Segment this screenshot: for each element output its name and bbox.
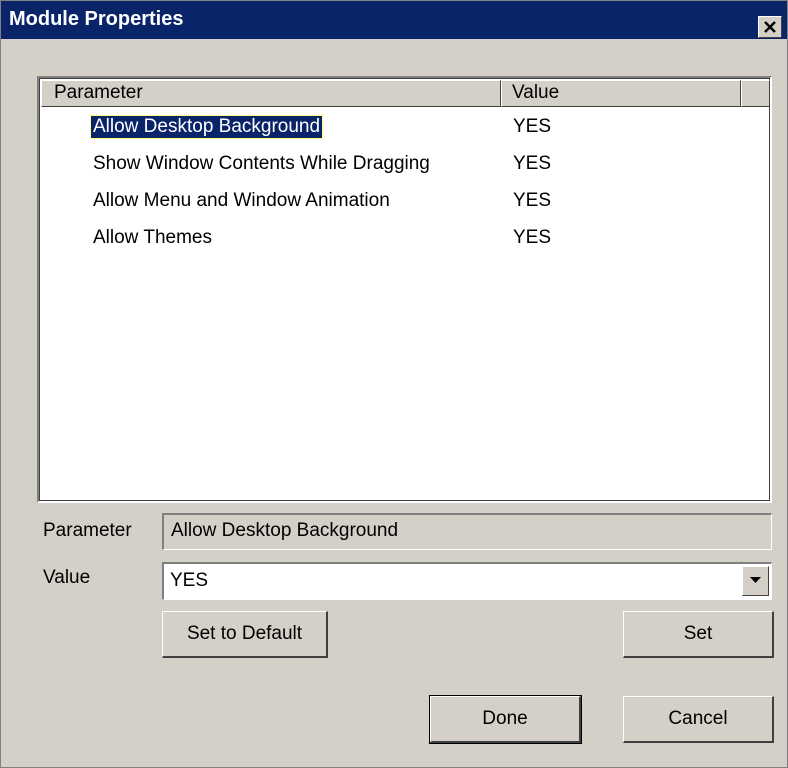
chevron-down-icon xyxy=(750,577,761,583)
row-parameter: Allow Menu and Window Animation xyxy=(93,190,390,211)
close-button[interactable] xyxy=(758,16,782,38)
list-header: Parameter Value xyxy=(41,80,770,107)
cancel-button[interactable]: Cancel xyxy=(623,696,774,743)
list-item[interactable]: Show Window Contents While Dragging YES xyxy=(41,145,770,182)
list-rows: Allow Desktop Background YES Show Window… xyxy=(41,108,770,256)
module-properties-dialog: Module Properties Parameter Value Allow … xyxy=(0,0,788,768)
title-bar[interactable]: Module Properties xyxy=(1,1,787,39)
value-label: Value xyxy=(43,567,91,588)
column-header-parameter[interactable]: Parameter xyxy=(41,80,501,107)
column-header-filler xyxy=(741,80,770,107)
row-parameter: Allow Desktop Background xyxy=(89,115,324,139)
value-select-dropdown-button[interactable] xyxy=(742,566,769,596)
row-value: YES xyxy=(513,116,552,137)
set-button[interactable]: Set xyxy=(623,611,774,658)
done-button[interactable]: Done xyxy=(429,695,582,744)
value-select[interactable]: YES xyxy=(162,562,772,600)
row-parameter: Show Window Contents While Dragging xyxy=(93,153,430,174)
set-to-default-button[interactable]: Set to Default xyxy=(162,611,328,658)
list-item[interactable]: Allow Themes YES xyxy=(41,219,770,256)
value-select-current: YES xyxy=(170,570,209,591)
row-value: YES xyxy=(513,190,552,211)
parameter-list[interactable]: Parameter Value Allow Desktop Background… xyxy=(37,76,772,503)
window-title: Module Properties xyxy=(9,8,184,30)
list-item[interactable]: Allow Desktop Background YES xyxy=(41,108,770,145)
parameter-field: Allow Desktop Background xyxy=(162,513,772,550)
row-value: YES xyxy=(513,227,552,248)
list-item[interactable]: Allow Menu and Window Animation YES xyxy=(41,182,770,219)
row-parameter: Allow Themes xyxy=(93,227,212,248)
close-icon xyxy=(764,21,776,33)
parameter-label: Parameter xyxy=(43,520,132,541)
column-header-value[interactable]: Value xyxy=(501,80,741,107)
row-value: YES xyxy=(513,153,552,174)
